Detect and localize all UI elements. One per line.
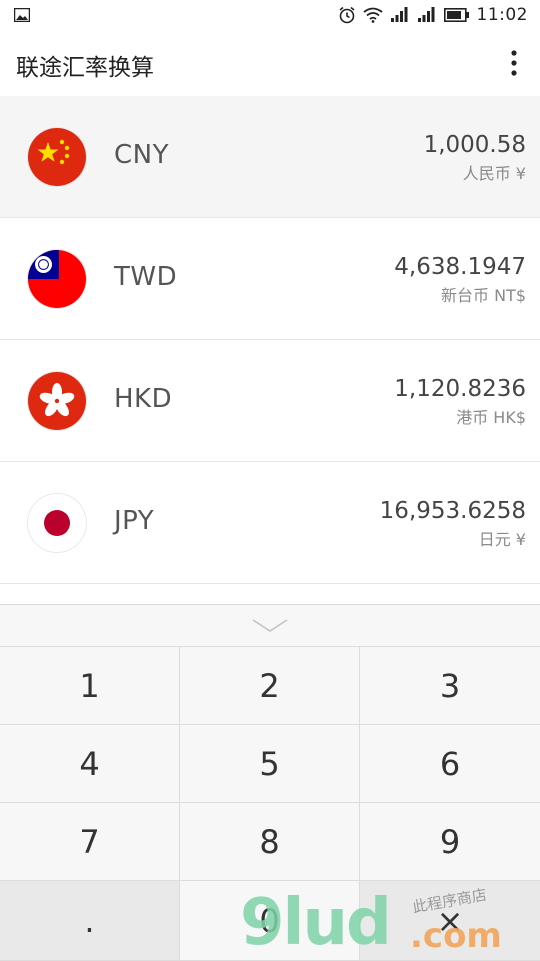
key-7[interactable]: 7 <box>0 803 180 881</box>
japan-flag-icon <box>28 494 86 552</box>
app-bar: 联途汇率换算 <box>0 32 540 97</box>
key-9[interactable]: 9 <box>360 803 540 881</box>
currency-code: JPY <box>114 506 155 536</box>
currency-row-jpy[interactable]: JPY 16,953.6258 日元 ¥ <box>0 462 540 584</box>
currency-row-twd[interactable]: TWD 4,638.1947 新台币 NT$ <box>0 218 540 340</box>
currency-name: 日元 ¥ <box>478 530 526 549</box>
key-1[interactable]: 1 <box>0 647 180 725</box>
key-8[interactable]: 8 <box>180 803 360 881</box>
image-icon <box>14 8 30 22</box>
wifi-icon <box>362 7 383 23</box>
number-keypad: 1 2 3 4 5 6 7 8 9 . 0 × <box>0 604 540 961</box>
status-bar: 11:02 <box>0 0 540 32</box>
currency-amount: 16,953.6258 <box>379 498 526 524</box>
alarm-icon <box>338 6 355 24</box>
key-3[interactable]: 3 <box>360 647 540 725</box>
currency-code: HKD <box>114 384 173 414</box>
currency-row-cny[interactable]: CNY 1,000.58 人民币 ¥ <box>0 96 540 218</box>
currency-name: 新台币 NT$ <box>440 286 526 305</box>
currency-row-hkd[interactable]: HKD 1,120.8236 港币 HK$ <box>0 340 540 462</box>
key-4[interactable]: 4 <box>0 725 180 803</box>
key-5[interactable]: 5 <box>180 725 360 803</box>
battery-icon <box>443 8 469 22</box>
currency-amount: 1,000.58 <box>423 132 526 158</box>
china-flag-icon <box>28 128 86 186</box>
signal-icon <box>390 7 407 22</box>
currency-code: TWD <box>114 262 178 292</box>
currency-list: CNY 1,000.58 人民币 ¥ TWD 4,638.1947 新台币 NT… <box>0 96 540 584</box>
more-vert-icon[interactable] <box>506 48 522 78</box>
currency-name: 港币 HK$ <box>456 408 526 427</box>
key-6[interactable]: 6 <box>360 725 540 803</box>
collapse-keypad-button[interactable] <box>0 605 540 647</box>
key-delete[interactable]: × <box>360 881 540 961</box>
currency-amount: 4,638.1947 <box>394 254 526 280</box>
app-title: 联途汇率换算 <box>16 55 154 81</box>
keypad-grid: 1 2 3 4 5 6 7 8 9 . 0 × <box>0 647 540 961</box>
status-time: 11:02 <box>476 5 528 25</box>
key-2[interactable]: 2 <box>180 647 360 725</box>
key-0[interactable]: 0 <box>180 881 360 961</box>
currency-code: CNY <box>114 140 169 170</box>
key-decimal[interactable]: . <box>0 881 180 961</box>
currency-amount: 1,120.8236 <box>394 376 526 402</box>
signal-icon-2 <box>417 7 434 22</box>
chevron-down-icon <box>252 619 288 632</box>
hongkong-flag-icon <box>28 372 86 430</box>
currency-name: 人民币 ¥ <box>462 164 526 183</box>
taiwan-flag-icon <box>28 250 86 308</box>
